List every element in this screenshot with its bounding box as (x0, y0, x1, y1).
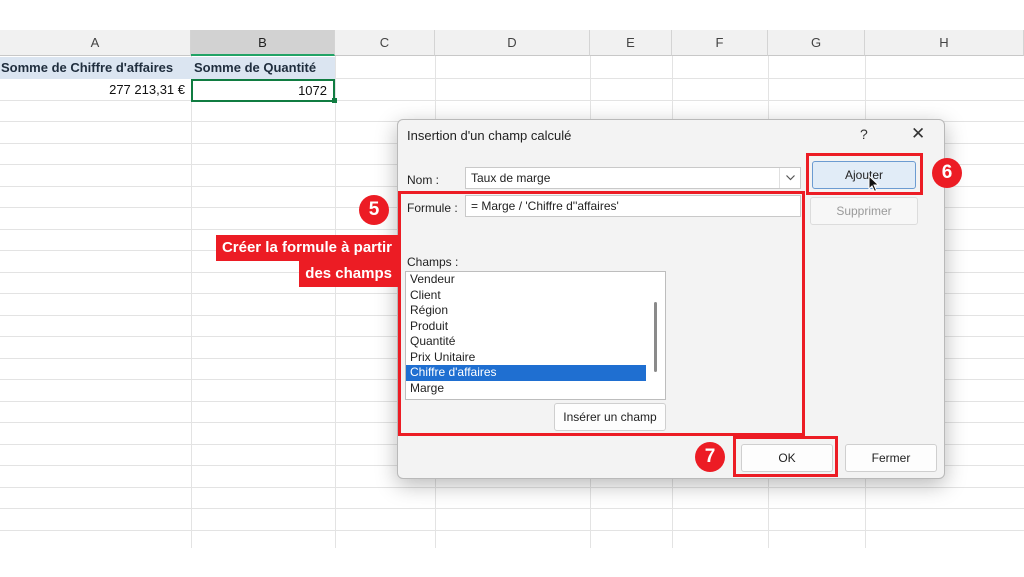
step-5-badge: 5 (359, 195, 389, 225)
ok-highlight-box (733, 436, 838, 477)
help-button[interactable]: ? (860, 126, 868, 142)
column-header-b[interactable]: B (191, 30, 335, 56)
grid-row-line (0, 530, 1024, 531)
column-header-f[interactable]: F (672, 30, 768, 56)
cell-b1[interactable]: Somme de Quantité (191, 57, 335, 79)
cell-a1[interactable]: Somme de Chiffre d'affaires (0, 57, 191, 79)
fermer-button[interactable]: Fermer (845, 444, 937, 472)
grid-row-line (0, 487, 1024, 488)
nom-combobox[interactable]: Taux de marge (465, 167, 801, 189)
nom-label: Nom : (407, 173, 440, 187)
ajouter-highlight-box (806, 153, 923, 195)
column-header-h[interactable]: H (865, 30, 1024, 56)
step-6-badge: 6 (932, 158, 962, 188)
callout-line-2: des champs (299, 261, 398, 287)
column-header-c[interactable]: C (335, 30, 435, 56)
grid-column-line (335, 56, 336, 548)
supprimer-button[interactable]: Supprimer (810, 197, 918, 225)
callout-line-1: Créer la formule à partir (215, 235, 398, 261)
cell-b2[interactable]: 1072 (191, 79, 335, 102)
nom-value: Taux de marge (471, 171, 551, 185)
chevron-down-icon[interactable] (779, 168, 800, 188)
step-7-badge: 7 (695, 442, 725, 472)
formula-highlight-box (398, 191, 805, 436)
cell-a2[interactable]: 277 213,31 € (0, 79, 191, 101)
column-header-a[interactable]: A (0, 30, 191, 56)
close-icon[interactable]: ✕ (911, 124, 925, 144)
column-header-d[interactable]: D (435, 30, 590, 56)
dialog-title: Insertion d'un champ calculé (407, 128, 572, 143)
grid-row-line (0, 508, 1024, 509)
fill-handle[interactable] (332, 98, 337, 103)
column-header-g[interactable]: G (768, 30, 865, 56)
grid-column-line (191, 56, 192, 548)
column-header-e[interactable]: E (590, 30, 672, 56)
